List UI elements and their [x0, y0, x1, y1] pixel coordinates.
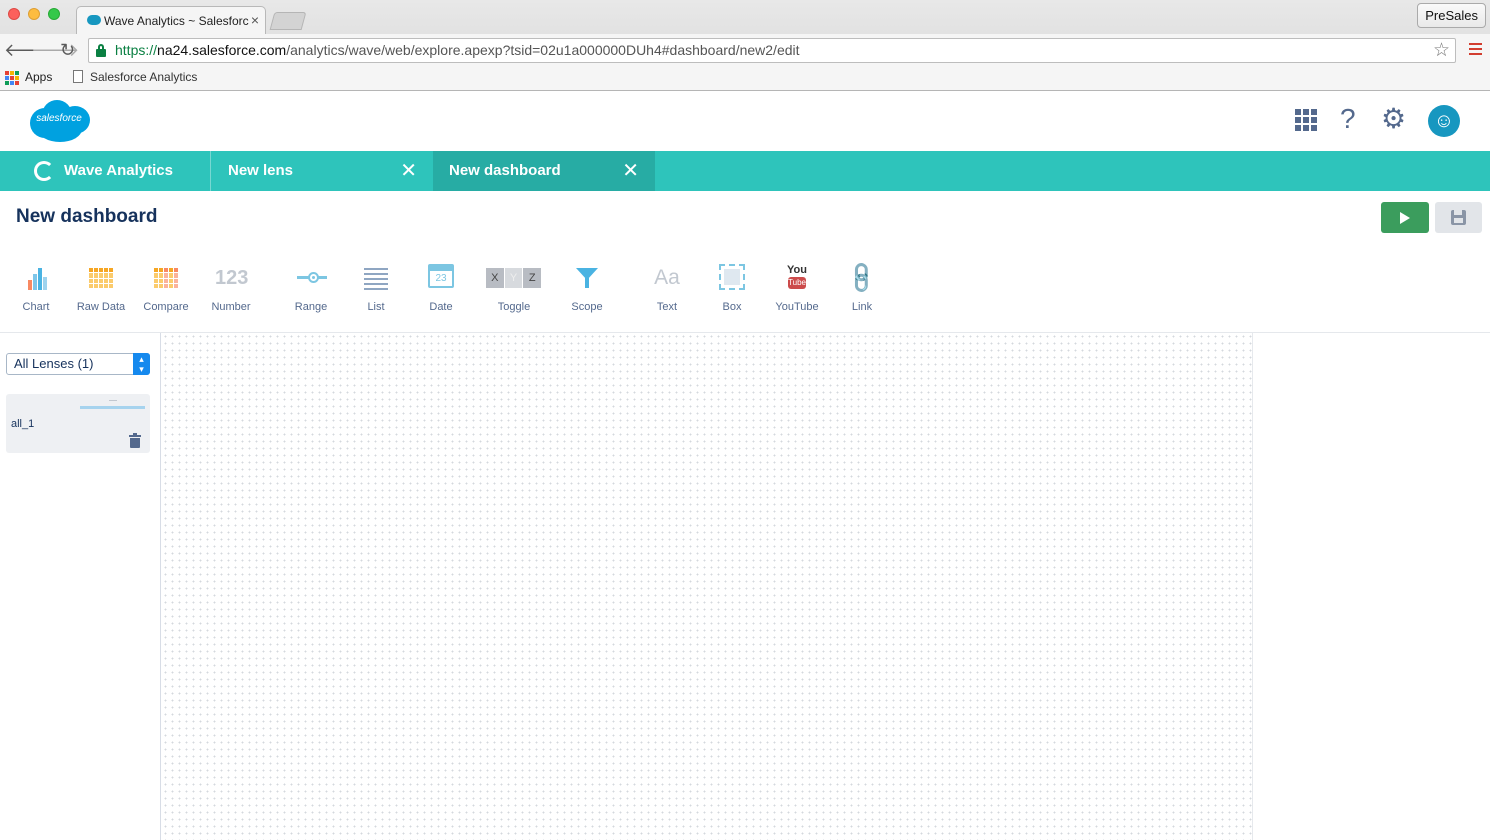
tab-label: New lens	[228, 162, 294, 179]
browser-tab-title: Wave Analytics ~ Salesforce	[104, 14, 249, 28]
window-minimize-button[interactable]	[28, 8, 40, 20]
save-disk-icon	[1451, 210, 1466, 225]
bar-chart-icon	[20, 264, 52, 292]
close-icon[interactable]: ✕	[400, 151, 417, 191]
widget-scope[interactable]: Scope	[555, 258, 619, 322]
play-icon	[1400, 212, 1410, 224]
salesforce-header: salesforce ? ⚙ ☺	[0, 91, 1490, 151]
box-icon	[719, 264, 745, 290]
lens-panel: All Lenses (1) ▴ ▾ all_1	[0, 333, 161, 840]
lens-filter-value: All Lenses (1)	[14, 356, 94, 371]
compare-table-icon	[154, 268, 178, 288]
bookmark-star-icon[interactable]: ☆	[1433, 39, 1450, 62]
number-icon: 123	[215, 267, 249, 289]
tab-label: Wave Analytics	[64, 162, 173, 179]
link-icon: 🔗	[843, 259, 881, 297]
calendar-icon: 23	[428, 264, 454, 288]
salesforce-favicon-icon	[87, 15, 101, 25]
new-tab-button[interactable]	[269, 12, 307, 30]
avatar[interactable]: ☺	[1428, 105, 1460, 137]
window-close-button[interactable]	[8, 8, 20, 20]
youtube-icon: You Tube	[787, 264, 807, 289]
lock-icon	[96, 44, 106, 57]
wave-icon	[34, 161, 54, 181]
lens-filter-select[interactable]: All Lenses (1) ▴ ▾	[6, 353, 150, 375]
toggle-icon: XYZ	[486, 268, 543, 288]
page-title: New dashboard	[16, 206, 158, 227]
salesforce-logo[interactable]: salesforce	[26, 98, 92, 144]
close-icon[interactable]: ✕	[622, 151, 639, 191]
widget-link[interactable]: 🔗 Link	[830, 258, 894, 322]
browser-menu-icon[interactable]	[1469, 43, 1482, 55]
logo-wordmark: salesforce	[36, 113, 82, 124]
slider-icon	[295, 264, 327, 292]
widget-date[interactable]: 23 Date	[409, 258, 473, 322]
tab-new-lens[interactable]: New lens ✕	[212, 151, 433, 191]
widget-label: Scope	[571, 301, 603, 313]
gear-icon[interactable]: ⚙	[1381, 103, 1406, 135]
browser-toolbar: 🡐 🡒 ↻ https://na24.salesforce.com/analyt…	[0, 34, 1490, 66]
widget-toggle[interactable]: XYZ Toggle	[482, 258, 546, 322]
funnel-icon	[571, 264, 603, 292]
tab-label: New dashboard	[449, 162, 561, 179]
lens-name: all_1	[11, 418, 35, 430]
bookmark-salesforce-analytics[interactable]: Salesforce Analytics	[90, 70, 197, 84]
browser-tab[interactable]: Wave Analytics ~ Salesforce ×	[76, 6, 266, 34]
window-zoom-button[interactable]	[48, 8, 60, 20]
save-button[interactable]	[1435, 202, 1482, 233]
widget-label: Number	[211, 301, 251, 313]
bookmark-apps[interactable]: Apps	[25, 70, 52, 84]
url-text: https://na24.salesforce.com/analytics/wa…	[115, 42, 800, 58]
widget-label: Toggle	[497, 301, 531, 313]
browser-tab-close-icon[interactable]: ×	[251, 12, 259, 28]
apps-grid-icon[interactable]	[5, 71, 19, 85]
tab-new-dashboard[interactable]: New dashboard ✕	[433, 151, 655, 191]
help-icon[interactable]: ?	[1340, 103, 1356, 135]
preview-run-button[interactable]	[1381, 202, 1429, 233]
browser-tabstrip: Wave Analytics ~ Salesforce × PreSales	[0, 0, 1490, 34]
profile-button[interactable]: PreSales	[1417, 3, 1486, 28]
address-bar[interactable]: https://na24.salesforce.com/analytics/wa…	[88, 38, 1456, 63]
widget-palette: Chart Raw Data Compare 123 Number Range …	[0, 258, 1490, 332]
reload-icon[interactable]: ↻	[60, 39, 75, 61]
page-icon	[73, 70, 83, 83]
trash-icon[interactable]	[129, 433, 141, 448]
app-launcher-icon[interactable]	[1295, 109, 1317, 131]
widget-label: Date	[429, 301, 453, 313]
chevron-updown-icon: ▴ ▾	[133, 353, 150, 375]
table-grid-icon	[89, 268, 113, 288]
browser-chrome: Wave Analytics ~ Salesforce × PreSales 🡐…	[0, 0, 1490, 91]
widget-number[interactable]: 123 Number	[199, 258, 263, 322]
lens-thumbnail	[80, 406, 145, 409]
bookmarks-bar: Apps Salesforce Analytics	[0, 66, 1490, 90]
widget-label: Link	[851, 301, 873, 313]
text-icon: Aa	[654, 266, 680, 289]
dashboard-canvas[interactable]	[162, 333, 1253, 840]
wave-tab-bar: Wave Analytics New lens ✕ New dashboard …	[0, 151, 1490, 191]
lens-thumbnail-dots	[109, 400, 117, 401]
tab-wave-analytics[interactable]: Wave Analytics	[0, 151, 211, 191]
list-icon	[360, 264, 392, 292]
lens-card[interactable]: all_1	[6, 394, 150, 453]
